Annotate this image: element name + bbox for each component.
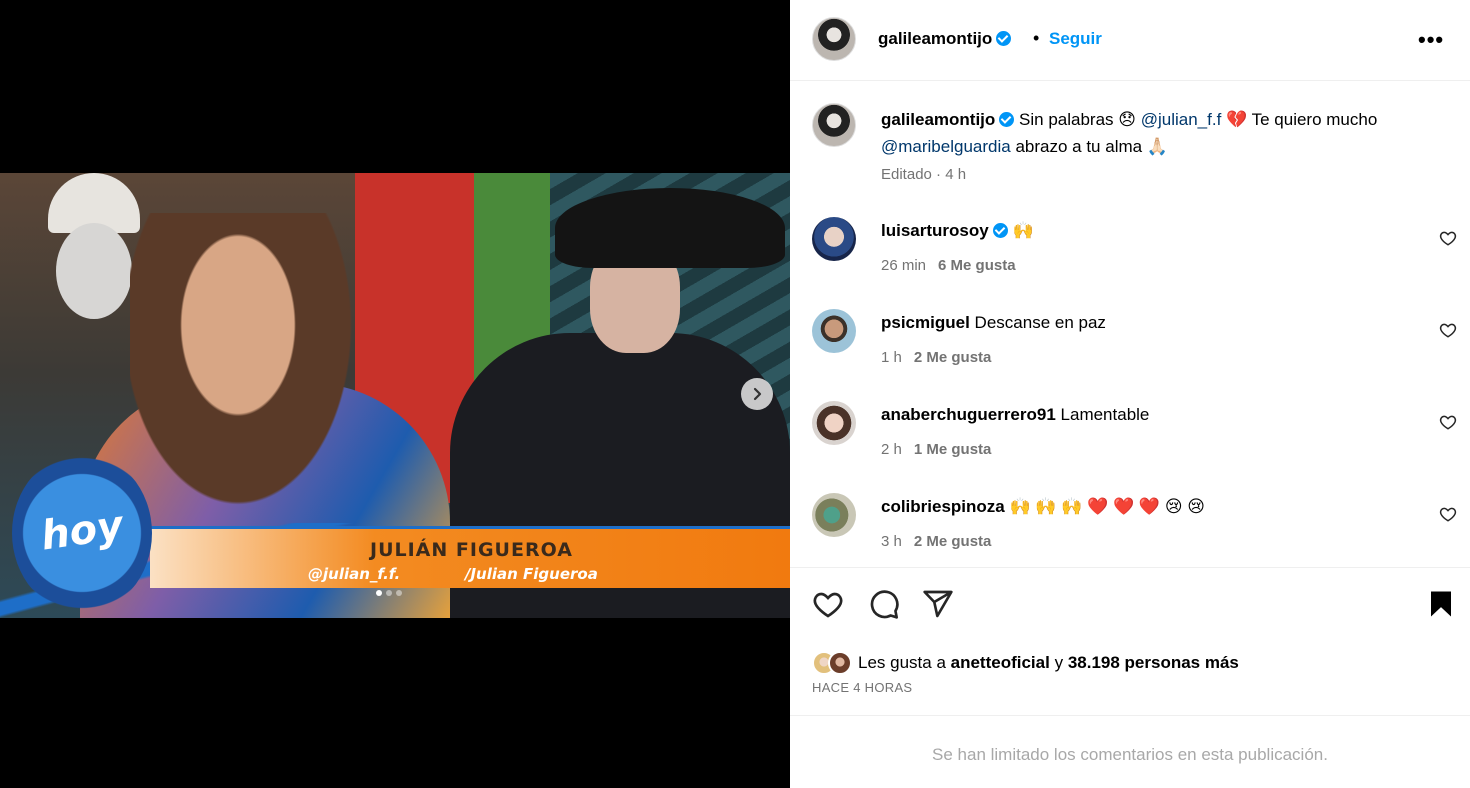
comment-meta: 26 min 6 Me gusta [881,257,1016,274]
comment-time: 3 h [881,533,902,550]
commenter-username[interactable]: anaberchuguerrero91 [881,405,1056,424]
commenter-avatar[interactable] [812,217,856,261]
lower-third-facebook: /Julian Figueroa [465,565,598,583]
guest-hat [555,188,785,268]
like-heart-icon[interactable] [812,588,844,620]
background-lamp-base [56,223,132,319]
author-avatar[interactable] [812,17,856,61]
comment-likes-link[interactable]: 6 Me gusta [938,257,1016,274]
verified-badge-icon [992,223,1008,238]
comment-likes-link[interactable]: 2 Me gusta [914,349,992,366]
post-timestamp: HACE 4 HORAS [812,680,913,695]
comment-item: anaberchuguerrero91 Lamentable 2 h 1 Me g… [812,401,1457,471]
caption-author-avatar[interactable] [812,103,856,147]
comment-text: colibriespinoza 🙌 🙌 🙌 ❤️ ❤️ ❤️ 😢 😢 [881,497,1205,517]
lower-third-banner: JULIÁN FIGUEROA @julian_f.f. /Julian Fig… [150,526,790,588]
comment-item: luisarturosoy 🙌 26 min 6 Me gusta [812,217,1457,287]
commenter-username[interactable]: luisarturosoy [881,221,1008,240]
verified-badge-icon [999,112,1015,127]
comment-body: Lamentable [1060,405,1150,424]
comment-text: psicmiguel Descanse en paz [881,313,1106,333]
commenter-avatar[interactable] [812,493,856,537]
comment-likes-link[interactable]: 1 Me gusta [914,441,992,458]
mention-link[interactable]: @maribelguardia [881,137,1011,156]
like-comment-heart-icon[interactable] [1439,413,1457,431]
host-head [130,213,370,533]
comment-meta: 2 h 1 Me gusta [881,441,991,458]
post-header: galileamontijo • Seguir ••• [790,0,1470,81]
commenter-avatar[interactable] [812,309,856,353]
carousel-dot [386,590,392,596]
next-slide-button[interactable] [741,378,773,410]
lower-third-name: JULIÁN FIGUEROA [370,539,573,561]
post-details-pane: galileamontijo • Seguir ••• galileamonti… [790,0,1470,788]
liker-avatar[interactable] [828,651,852,675]
caption-author-username[interactable]: galileamontijo [881,110,1015,129]
post-media-pane: JULIÁN FIGUEROA @julian_f.f. /Julian Fig… [0,0,790,788]
likes-text: Les gusta a anetteoficial y 38.198 perso… [858,653,1239,672]
commenter-username[interactable]: psicmiguel [881,313,970,332]
follow-button[interactable]: Seguir [1049,29,1102,49]
carousel-dot [376,590,382,596]
comment-meta: 3 h 2 Me gusta [881,533,991,550]
comment-time: 2 h [881,441,902,458]
show-logo-text: hoy [38,502,126,560]
header-separator: • [1033,28,1040,48]
comment-time: 26 min [881,257,927,274]
comment-text: luisarturosoy 🙌 [881,221,1034,241]
save-bookmark-icon[interactable] [1426,588,1456,620]
comment-item: colibriespinoza 🙌 🙌 🙌 ❤️ ❤️ ❤️ 😢 😢 3 h 2 … [812,493,1457,563]
caption-text-part: abrazo a tu alma 🙏🏻 [1015,137,1168,156]
mention-link[interactable]: @julian_f.f [1141,110,1222,129]
comment-body: Descanse en paz [974,313,1106,332]
verified-badge-icon [996,31,1012,46]
commenter-avatar[interactable] [812,401,856,445]
caption-text: galileamontijo Sin palabras 😞 @julian_f.… [881,106,1401,160]
show-logo: hoy [12,453,152,613]
comment-body: 🙌 [1012,221,1034,240]
carousel-dot [396,590,402,596]
comments-limited-notice: Se han limitado los comentarios en esta … [932,745,1328,764]
share-send-icon[interactable] [922,588,954,620]
chevron-right-icon [753,387,762,401]
caption-text-part: Sin palabras 😞 [1019,110,1136,129]
post-actions: Les gusta a anetteoficial y 38.198 perso… [790,567,1470,716]
more-options-icon[interactable]: ••• [1418,27,1444,53]
likes-summary: Les gusta a anetteoficial y 38.198 perso… [812,651,1239,675]
caption-text-part: 💔 Te quiero mucho [1226,110,1378,129]
like-comment-heart-icon[interactable] [1439,229,1457,247]
comment-body: 🙌 🙌 🙌 ❤️ ❤️ ❤️ 😢 😢 [1009,497,1205,516]
lower-third-instagram: @julian_f.f. [308,565,401,583]
comment-item: psicmiguel Descanse en paz 1 h 2 Me gusta [812,309,1457,379]
author-username[interactable]: galileamontijo [878,29,1012,49]
comment-text: anaberchuguerrero91 Lamentable [881,405,1149,425]
carousel-indicator [376,590,402,596]
others-likes-link[interactable]: 38.198 personas más [1068,653,1239,672]
commenter-username[interactable]: colibriespinoza [881,497,1005,516]
comment-icon[interactable] [868,588,900,620]
comment-time: 1 h [881,349,902,366]
like-comment-heart-icon[interactable] [1439,321,1457,339]
comment-likes-link[interactable]: 2 Me gusta [914,533,992,550]
liker-username[interactable]: anetteoficial [951,653,1050,672]
caption-meta: Editado · 4 h [881,166,967,183]
post-photo[interactable]: JULIÁN FIGUEROA @julian_f.f. /Julian Fig… [0,173,790,618]
comment-meta: 1 h 2 Me gusta [881,349,991,366]
like-comment-heart-icon[interactable] [1439,505,1457,523]
